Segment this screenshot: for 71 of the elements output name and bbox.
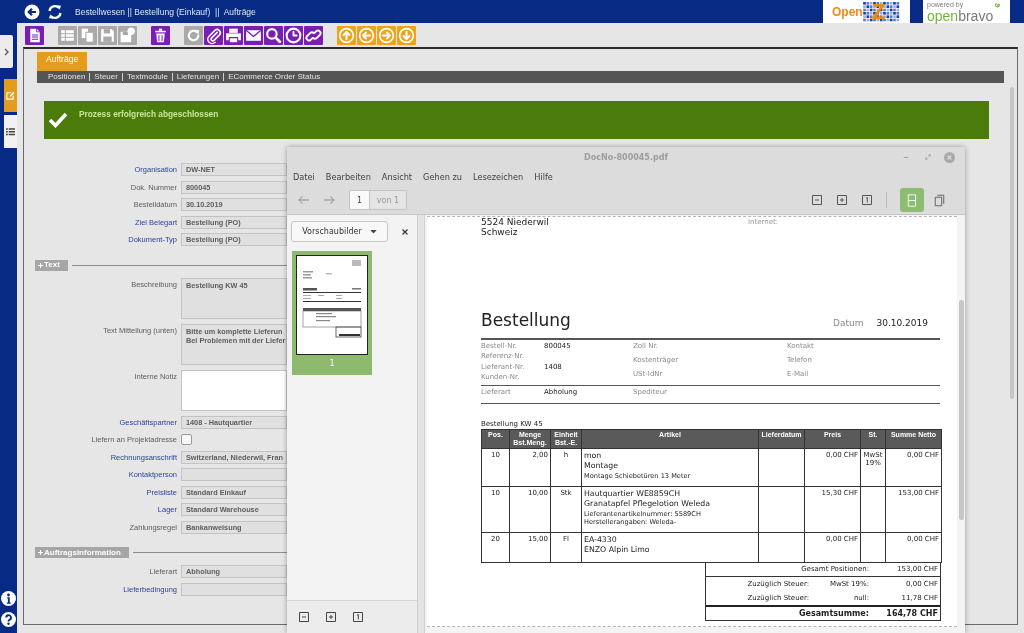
menu-item[interactable]: Lesezeichen (472, 171, 524, 182)
scrollbar[interactable] (1010, 87, 1014, 399)
clock-icon[interactable] (284, 26, 303, 45)
page-scroll-icon (906, 193, 918, 207)
arrow-down-icon[interactable] (397, 26, 416, 45)
plus-icon (38, 550, 43, 555)
totals-value: 164,78 CHF (886, 608, 938, 618)
subtab-link[interactable]: Positionen (48, 72, 86, 82)
swirl-icon (995, 2, 1003, 9)
menu-item[interactable]: Datei (293, 171, 315, 182)
breadcrumb: Bestellwesen || Bestellung (Einkauf) || Aufträge (75, 6, 256, 17)
view-tab[interactable] (4, 115, 17, 148)
chain-link-icon[interactable] (304, 26, 323, 45)
menu-item[interactable]: Gehen zu (423, 171, 462, 182)
help-icon[interactable] (1, 612, 16, 627)
scrollbar[interactable] (958, 300, 964, 520)
pencil-square-icon (6, 91, 15, 100)
checkmark-icon (48, 111, 68, 128)
window-title: DocNo-800045.pdf (584, 152, 668, 162)
plus-icon (38, 262, 43, 268)
subtab-link[interactable]: Steuer (94, 72, 118, 82)
printer-icon[interactable] (224, 26, 243, 45)
list-icon (6, 127, 15, 136)
subtab-link[interactable]: Lieferungen (176, 72, 220, 82)
info-icon[interactable] (1, 591, 16, 606)
address-line: Schweiz (481, 226, 518, 237)
close-icon[interactable] (402, 228, 408, 235)
date-value: 30.10.2019 (876, 318, 928, 328)
logo-letter: Z (871, 0, 886, 23)
expand-tab[interactable] (0, 35, 13, 68)
subtab-link[interactable]: ECommerce Order Status (228, 72, 321, 82)
minimize-icon[interactable] (903, 154, 909, 160)
envelope-icon[interactable] (244, 26, 263, 45)
page-count: von 1 (370, 190, 407, 210)
zoom-in-icon[interactable] (325, 611, 337, 623)
date-label: Datum (833, 318, 864, 328)
caret-down-icon (369, 229, 377, 234)
fit-page-icon[interactable] (861, 194, 873, 206)
zoom-in-icon[interactable] (836, 194, 848, 206)
address-line: 5524 Niederwil (481, 217, 549, 227)
two-pages-icon (933, 193, 945, 207)
text-field[interactable] (181, 582, 287, 596)
logo-text: Open (832, 4, 863, 19)
refresh-icon[interactable] (47, 3, 63, 20)
back-icon[interactable] (24, 3, 40, 20)
menu-item[interactable]: Ansicht (381, 171, 413, 182)
message-text: Prozess erfolgreich abgeschlossen (79, 110, 219, 119)
paperclip-icon[interactable] (204, 26, 223, 45)
pixel-grid-icon (862, 1, 900, 22)
sidebar-mode-dropdown[interactable]: Vorschaubilder (291, 221, 388, 242)
new-document-icon[interactable] (25, 26, 44, 45)
text-field[interactable] (181, 468, 287, 481)
chevron-right-icon (4, 47, 9, 56)
view-mode-button[interactable] (900, 188, 924, 212)
page-field[interactable]: 1 (349, 190, 370, 210)
logo-text: openbravo (927, 8, 994, 23)
zoom-out-icon[interactable] (811, 194, 823, 206)
fit-page-icon[interactable] (352, 611, 364, 623)
maximize-icon[interactable] (925, 154, 931, 160)
search-icon[interactable] (264, 26, 283, 45)
arrow-up-icon[interactable] (337, 26, 356, 45)
checkbox[interactable] (181, 434, 192, 445)
zoom-out-icon[interactable] (298, 611, 310, 623)
text-area[interactable] (181, 369, 287, 411)
totals-label: Gesamtsumme: (798, 608, 869, 618)
menu-item[interactable]: Bearbeiten (325, 171, 371, 182)
subtab-link[interactable]: Textmodule (126, 72, 168, 82)
document-title: Bestellung (481, 310, 571, 330)
menu-item[interactable]: Hilfe (534, 171, 553, 182)
pane-splitter[interactable] (417, 215, 425, 633)
trash-icon[interactable] (151, 26, 170, 45)
